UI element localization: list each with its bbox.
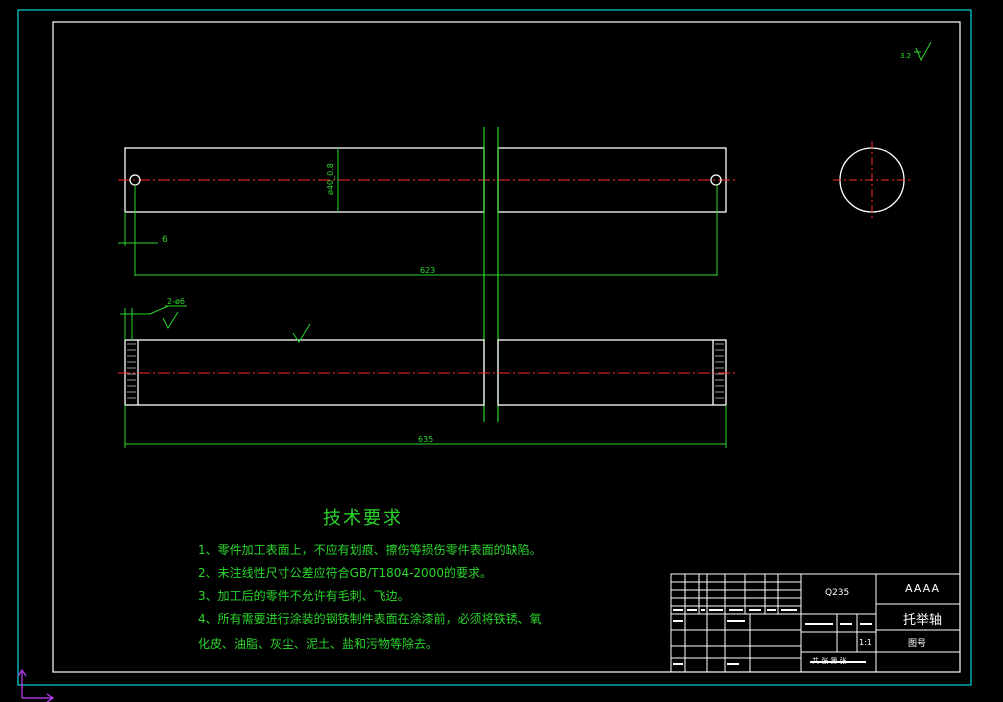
top-view-shaft [118, 147, 735, 213]
hole-label: 2-ø6 [167, 297, 185, 306]
ucs-icon [17, 668, 55, 702]
cad-drawing: 3.2 ø40_0.8 6 623 2-ø6 635 [17, 9, 972, 702]
title-block-small-marks [673, 609, 872, 665]
dim-6-label: 6 [162, 235, 168, 245]
roughness-symbol-top: 3.2 [900, 41, 932, 62]
diameter-label: ø40_0.8 [326, 163, 335, 195]
dim-635-label: 635 [418, 435, 433, 444]
svg-text:3.2: 3.2 [900, 52, 911, 60]
side-view-circle [833, 141, 911, 219]
bottom-dimensions [120, 305, 727, 448]
viewport-frame [17, 9, 972, 686]
dim-623-label: 623 [420, 266, 435, 275]
chamfer-hatch [127, 343, 724, 399]
